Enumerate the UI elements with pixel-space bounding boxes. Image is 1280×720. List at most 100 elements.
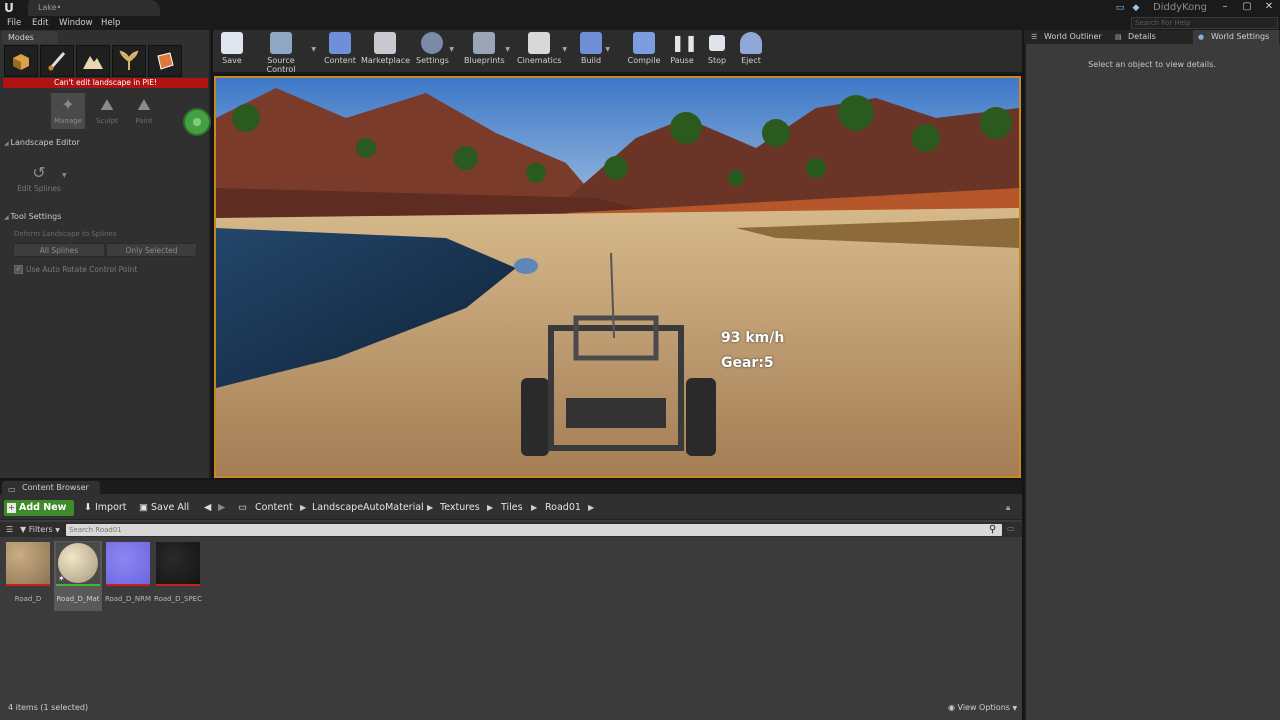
edit-splines-label: Edit Splines: [17, 184, 61, 193]
asset-tile-road-d-spec[interactable]: Road_D_SPEC: [154, 541, 202, 611]
dropdown-arrow-icon[interactable]: ▼: [505, 46, 510, 53]
paint-icon: ⛰: [137, 95, 151, 114]
add-new-button[interactable]: +Add New ▼: [4, 500, 74, 528]
dropdown-arrow-icon: ▼: [1012, 705, 1018, 712]
save-all-button[interactable]: ▣ Save All: [139, 500, 189, 516]
edit-splines-dropdown-icon[interactable]: ▼: [62, 172, 67, 179]
modes-tab[interactable]: Modes: [2, 31, 58, 44]
breadcrumb-road01[interactable]: Road01: [545, 500, 581, 516]
details-icon: ▤: [1115, 33, 1122, 41]
dropdown-arrow-icon[interactable]: ▼: [449, 46, 454, 53]
breadcrumb-content[interactable]: Content: [255, 500, 293, 516]
cinematics-button[interactable]: Cinematics ▼: [517, 32, 567, 72]
save-button[interactable]: Save: [218, 32, 246, 72]
content-browser-tab[interactable]: ▭ Content Browser: [2, 481, 100, 494]
save-label: Save: [222, 56, 242, 65]
dropdown-arrow-icon[interactable]: ▼: [311, 46, 316, 53]
texture-thumbnail: [156, 542, 200, 586]
only-selected-button[interactable]: Only Selected: [106, 243, 197, 257]
content-browser-label: Content Browser: [22, 483, 89, 492]
landscape-mode-button[interactable]: [76, 45, 110, 77]
marketplace-button[interactable]: Marketplace: [361, 32, 411, 72]
notification-icon[interactable]: ▭: [1114, 2, 1126, 14]
eject-button[interactable]: Eject: [738, 32, 764, 72]
dropdown-arrow-icon: ▼: [55, 527, 60, 534]
level-tab[interactable]: Lake•: [28, 0, 160, 16]
save-all-icon: ▣: [139, 502, 148, 513]
place-mode-icon: [13, 54, 29, 70]
geometry-mode-button[interactable]: [148, 45, 182, 77]
compile-icon: [633, 32, 655, 54]
settings-button[interactable]: Settings ▼: [416, 32, 454, 72]
minimize-icon[interactable]: –: [1214, 0, 1236, 14]
filters-button[interactable]: ▼ Filters ▼: [20, 523, 60, 536]
cinematics-label: Cinematics: [517, 56, 562, 65]
menu-file[interactable]: File: [7, 16, 21, 30]
breadcrumb-textures[interactable]: Textures: [440, 500, 480, 516]
blueprints-icon: [473, 32, 495, 54]
menu-window[interactable]: Window: [59, 16, 93, 30]
level-viewport[interactable]: [214, 76, 1021, 478]
asset-label: Road_D: [14, 595, 42, 603]
content-button[interactable]: Content: [324, 32, 356, 72]
checkbox-check-icon: ✓: [14, 265, 23, 274]
sculpt-tool-button[interactable]: ⛰ Sculpt: [90, 93, 124, 129]
paint-tool-button[interactable]: ⛰ Paint: [127, 93, 161, 129]
asset-search-input[interactable]: [66, 524, 1002, 536]
manage-tool-button[interactable]: ✦ Manage: [51, 93, 85, 129]
menu-help[interactable]: Help: [101, 16, 120, 30]
help-search-input[interactable]: Search For Help: [1131, 17, 1278, 29]
all-splines-button[interactable]: All Splines: [13, 243, 105, 257]
breadcrumb-landscape-auto-material[interactable]: LandscapeAutoMaterial: [312, 500, 424, 516]
blueprints-button[interactable]: Blueprints ▼: [464, 32, 510, 72]
dropdown-arrow-icon[interactable]: ▼: [605, 46, 610, 53]
place-mode-button[interactable]: [4, 45, 38, 77]
lock-icon[interactable]: 🔒︎: [1006, 500, 1010, 516]
game-scene: [216, 78, 1019, 476]
breadcrumb-arrow-icon[interactable]: ▶: [487, 500, 493, 516]
history-forward-icon[interactable]: ▶: [218, 500, 225, 516]
auto-rotate-checkbox[interactable]: ✓ Use Auto Rotate Control Point: [14, 265, 137, 274]
search-icon[interactable]: ⚲: [989, 524, 1001, 536]
landscape-editor-header[interactable]: Landscape Editor: [4, 136, 207, 149]
asset-tile-road-d-nrm[interactable]: Road_D_NRM: [104, 541, 152, 611]
content-browser-tab-strip: [0, 480, 1022, 494]
pause-button[interactable]: ❚❚ Pause: [668, 32, 698, 72]
breadcrumb-arrow-icon[interactable]: ▶: [427, 500, 433, 516]
asset-tile-road-d[interactable]: Road_D: [4, 541, 52, 611]
import-button[interactable]: ⬇ Import: [84, 500, 127, 516]
world-settings-label: World Settings: [1211, 32, 1270, 41]
edit-splines-button[interactable]: ↺ Edit Splines: [16, 162, 62, 198]
marketplace-label: Marketplace: [361, 56, 411, 65]
tab-world-settings[interactable]: ● World Settings: [1193, 30, 1279, 44]
compile-button[interactable]: Compile: [627, 32, 661, 72]
menu-edit[interactable]: Edit: [32, 16, 48, 30]
foliage-icon: [119, 50, 139, 70]
eye-icon: ◉: [948, 703, 955, 712]
paint-mode-button[interactable]: [40, 45, 74, 77]
build-button[interactable]: Build ▼: [578, 32, 610, 72]
tool-settings-header[interactable]: Tool Settings: [4, 210, 207, 223]
maximize-icon[interactable]: ▢: [1236, 0, 1258, 14]
stop-button[interactable]: Stop: [704, 32, 730, 72]
sources-toggle-icon[interactable]: ☰: [6, 523, 13, 536]
view-options-button[interactable]: ◉ View Options ▼: [948, 703, 1017, 712]
search-options-icon[interactable]: ▭: [1007, 524, 1015, 533]
foliage-mode-button[interactable]: [112, 45, 146, 77]
tab-details[interactable]: ▤ Details: [1110, 30, 1188, 44]
breadcrumb-arrow-icon[interactable]: ▶: [300, 500, 306, 516]
close-icon[interactable]: ✕: [1258, 0, 1280, 14]
asset-tile-road-d-mat[interactable]: ✶ Road_D_Mat: [54, 541, 102, 611]
import-icon: ⬇: [84, 502, 92, 513]
tab-world-outliner[interactable]: ☰ World Outliner: [1026, 30, 1110, 44]
pause-label: Pause: [670, 56, 694, 65]
breadcrumb-arrow-icon[interactable]: ▶: [531, 500, 537, 516]
breadcrumb-tiles[interactable]: Tiles: [501, 500, 523, 516]
source-control-button[interactable]: Source Control ▼: [252, 32, 316, 74]
feedback-icon[interactable]: ◆: [1130, 2, 1142, 14]
history-back-icon[interactable]: ◀: [204, 500, 211, 516]
content-icon: [329, 32, 351, 54]
dropdown-arrow-icon[interactable]: ▼: [562, 46, 567, 53]
landscape-icon: [83, 56, 103, 69]
breadcrumb-arrow-icon[interactable]: ▶: [588, 500, 594, 516]
